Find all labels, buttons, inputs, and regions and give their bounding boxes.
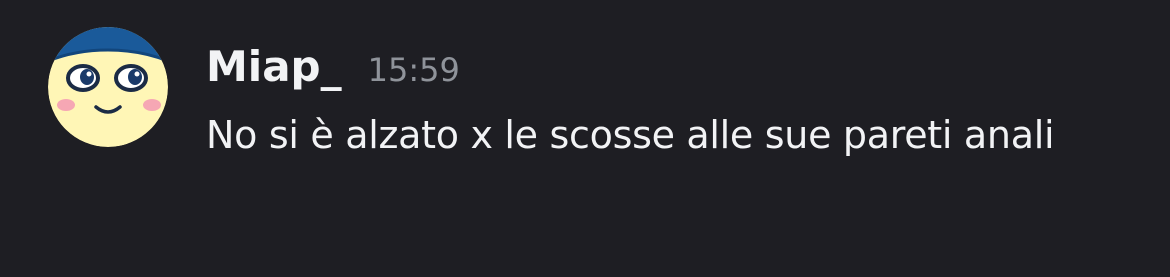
- message-timestamp: 15:59: [367, 51, 460, 89]
- username[interactable]: Miap_: [206, 37, 342, 97]
- smiley-face-avatar-icon: [48, 27, 168, 147]
- message-header: Miap_ 15:59: [206, 37, 460, 97]
- chat-canvas: Miap_ 15:59 No si è alzato x le scosse a…: [0, 0, 1170, 277]
- chat-message: Miap_ 15:59 No si è alzato x le scosse a…: [0, 0, 1170, 277]
- message-content: No si è alzato x le scosse alle sue pare…: [206, 113, 1055, 157]
- user-avatar[interactable]: [48, 27, 168, 147]
